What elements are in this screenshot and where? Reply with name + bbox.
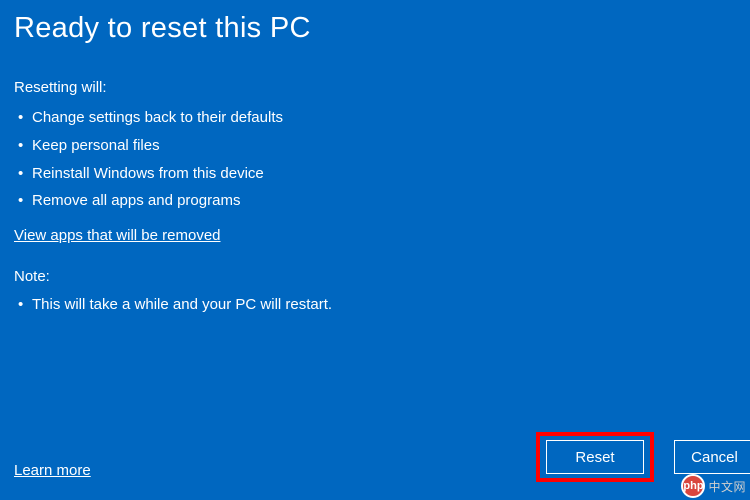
list-item: Keep personal files (14, 132, 736, 160)
list-item: Change settings back to their defaults (14, 104, 736, 132)
cancel-wrap: Cancel (674, 440, 750, 474)
dialog-title: Ready to reset this PC (14, 12, 736, 45)
resetting-heading: Resetting will: (14, 79, 736, 96)
dialog-content: Ready to reset this PC Resetting will: C… (0, 0, 750, 319)
list-item: This will take a while and your PC will … (14, 291, 736, 319)
button-row: Reset Cancel (536, 432, 750, 482)
cancel-button[interactable]: Cancel (674, 440, 750, 474)
reset-highlight: Reset (536, 432, 654, 482)
resetting-list: Change settings back to their defaults K… (14, 104, 736, 215)
note-heading: Note: (14, 268, 736, 285)
view-apps-link[interactable]: View apps that will be removed (14, 227, 221, 244)
note-list: This will take a while and your PC will … (14, 291, 736, 319)
list-item: Reinstall Windows from this device (14, 160, 736, 188)
footer: Learn more (14, 462, 91, 480)
reset-button[interactable]: Reset (546, 440, 644, 474)
learn-more-link[interactable]: Learn more (14, 462, 91, 479)
list-item: Remove all apps and programs (14, 187, 736, 215)
